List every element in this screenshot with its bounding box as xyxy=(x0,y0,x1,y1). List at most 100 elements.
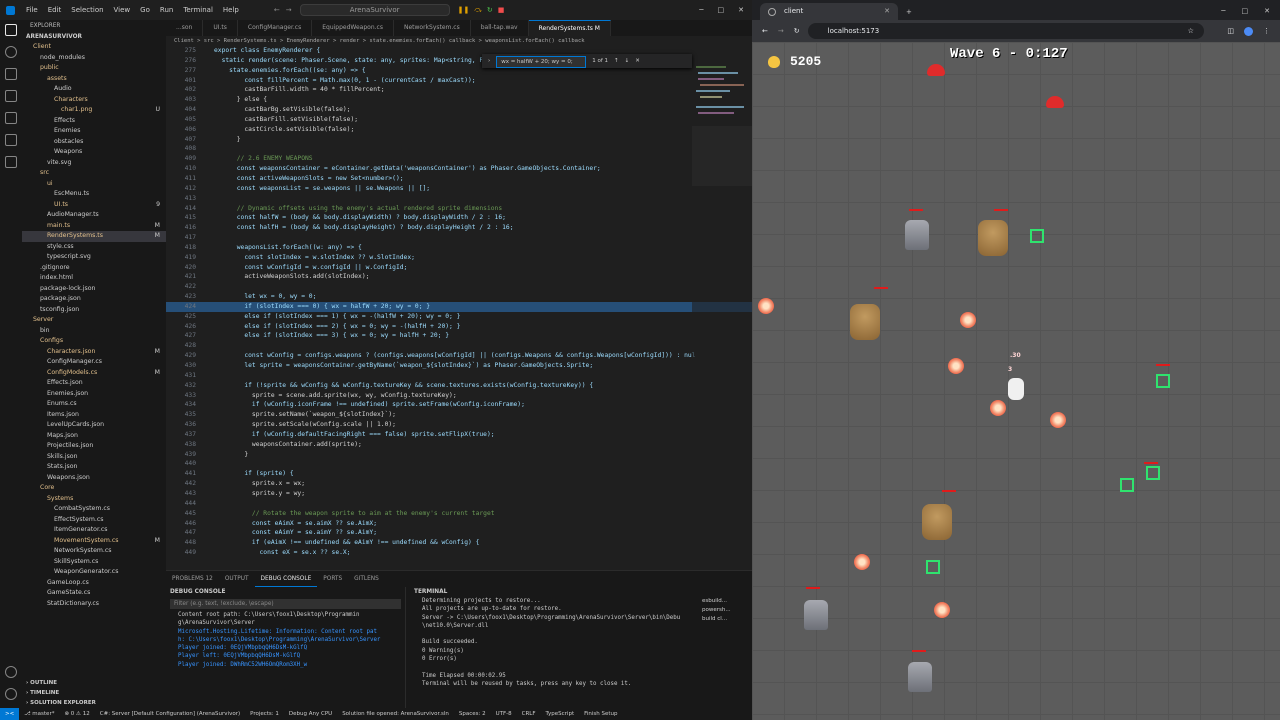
file-tree-item[interactable]: ui xyxy=(22,179,166,190)
file-tree-item[interactable]: Effects xyxy=(22,116,166,127)
file-tree-item[interactable]: package.json xyxy=(22,294,166,305)
reload-icon[interactable]: ↻ xyxy=(794,27,800,35)
panel-tab[interactable]: PROBLEMS 12 xyxy=(166,571,219,587)
testing-icon[interactable] xyxy=(5,156,17,168)
editor-tab[interactable]: NetworkSystem.cs xyxy=(394,20,471,36)
menu-item-file[interactable]: File xyxy=(21,6,43,14)
status-item[interactable]: CRLF xyxy=(517,708,541,720)
file-tree-item[interactable]: assets xyxy=(22,74,166,85)
file-tree-item[interactable]: AudioManager.ts xyxy=(22,210,166,221)
run-debug-icon[interactable] xyxy=(5,90,17,102)
file-tree-item[interactable]: UI.ts 9 xyxy=(22,200,166,211)
account-icon[interactable] xyxy=(5,666,17,678)
editor-tab[interactable]: RenderSystems.ts M xyxy=(528,20,611,36)
file-tree-item[interactable]: node_modules xyxy=(22,53,166,64)
file-tree-item[interactable]: ConfigManager.cs xyxy=(22,357,166,368)
file-tree-item[interactable]: RenderSystems.ts M xyxy=(22,231,166,242)
search-icon[interactable] xyxy=(5,46,17,58)
file-tree-item[interactable]: obstacles xyxy=(22,137,166,148)
file-tree-item[interactable]: CombatSystem.cs xyxy=(22,504,166,515)
step-over-icon[interactable]: ⤼ xyxy=(474,6,481,15)
status-item[interactable]: Spaces: 2 xyxy=(454,708,491,720)
terminal[interactable]: TERMINAL Determining projects to restore… xyxy=(410,587,752,709)
pause-icon[interactable]: ❚❚ xyxy=(458,6,470,15)
file-tree-item[interactable]: GameState.cs xyxy=(22,588,166,599)
file-tree-item[interactable]: Server xyxy=(22,315,166,326)
maximize-icon[interactable]: □ xyxy=(718,6,725,14)
editor-tab[interactable]: UI.ts xyxy=(203,20,238,36)
status-item[interactable]: Finish Setup xyxy=(579,708,622,720)
restart-icon[interactable]: ↻ xyxy=(487,6,493,15)
terminal-session-item[interactable]: esbuild... xyxy=(702,597,750,606)
minimap[interactable] xyxy=(692,46,752,570)
file-tree-item[interactable]: .gitignore xyxy=(22,263,166,274)
file-tree-item[interactable]: typescript.svg xyxy=(22,252,166,263)
profile-avatar[interactable] xyxy=(1244,26,1253,36)
explorer-footer-section[interactable]: › TIMELINE xyxy=(22,688,166,698)
editor-tab[interactable]: EquippedWeapon.cs xyxy=(312,20,394,36)
debug-filter-input[interactable]: Filter (e.g. text, !exclude, \escape) xyxy=(170,599,401,609)
gear-icon[interactable] xyxy=(5,688,17,700)
terminal-session-item[interactable]: powersh... xyxy=(702,606,750,615)
previous-match-icon[interactable]: ↑ xyxy=(614,54,619,68)
minimize-icon[interactable]: ─ xyxy=(699,6,703,14)
bookmark-star-icon[interactable]: ☆ xyxy=(1188,27,1194,35)
new-tab-icon[interactable]: + xyxy=(906,8,912,16)
workspace-root[interactable]: ARENASURVIVOR xyxy=(22,32,166,42)
menu-item-help[interactable]: Help xyxy=(218,6,244,14)
file-tree-item[interactable]: Effects.json xyxy=(22,378,166,389)
extensions-icon[interactable] xyxy=(5,112,17,124)
file-tree-item[interactable]: Weapons.json xyxy=(22,473,166,484)
file-tree-item[interactable]: LevelUpCards.json xyxy=(22,420,166,431)
file-tree-item[interactable]: Client xyxy=(22,42,166,53)
explorer-footer-section[interactable]: › SOLUTION EXPLORER xyxy=(22,698,166,708)
status-item[interactable]: UTF-8 xyxy=(491,708,517,720)
address-bar[interactable]: localhost:5173 xyxy=(807,23,1204,39)
file-tree-item[interactable]: bin xyxy=(22,326,166,337)
file-tree-item[interactable]: Items.json xyxy=(22,410,166,421)
menu-item-go[interactable]: Go xyxy=(135,6,155,14)
forward-arrow-icon[interactable]: → xyxy=(286,6,292,14)
chevron-right-icon[interactable]: › xyxy=(488,54,490,68)
back-arrow-icon[interactable]: ← xyxy=(274,6,280,14)
panel-tab[interactable]: DEBUG CONSOLE xyxy=(254,571,318,587)
file-tree-item[interactable]: MovementSystem.cs M xyxy=(22,536,166,547)
file-tree-item[interactable]: Enemies xyxy=(22,126,166,137)
file-tree-item[interactable]: Enums.cs xyxy=(22,399,166,410)
browser-tab[interactable]: client ✕ xyxy=(760,3,898,20)
menu-item-selection[interactable]: Selection xyxy=(66,6,108,14)
editor-tab[interactable]: ball-tap.wav xyxy=(471,20,529,36)
menu-item-terminal[interactable]: Terminal xyxy=(178,6,218,14)
remote-indicator[interactable]: >< xyxy=(0,708,20,720)
close-icon[interactable]: ✕ xyxy=(738,6,744,14)
breadcrumb[interactable]: Client > src > RenderSystems.ts > EnemyR… xyxy=(166,36,752,46)
editor-tab[interactable]: ConfigManager.cs xyxy=(238,20,313,36)
code-view[interactable]: 275 export class EnemyRenderer {276 stati… xyxy=(166,46,752,570)
file-tree-item[interactable]: StatDictionary.cs xyxy=(22,599,166,610)
file-tree-item[interactable]: Projectiles.json xyxy=(22,441,166,452)
menu-item-edit[interactable]: Edit xyxy=(43,6,67,14)
file-tree-item[interactable]: Configs xyxy=(22,336,166,347)
file-tree-item[interactable]: Stats.json xyxy=(22,462,166,473)
remote-explorer-icon[interactable] xyxy=(5,134,17,146)
status-item[interactable]: Debug Any CPU xyxy=(284,708,337,720)
file-tree-item[interactable]: public xyxy=(22,63,166,74)
file-tree-item[interactable]: EffectSystem.cs xyxy=(22,515,166,526)
status-item[interactable]: Projects: 1 xyxy=(245,708,284,720)
command-center-search[interactable]: ArenaSurvivor xyxy=(299,4,450,16)
close-icon[interactable]: ✕ xyxy=(1264,7,1270,15)
file-tree-item[interactable]: GameLoop.cs xyxy=(22,578,166,589)
file-tree-item[interactable]: index.html xyxy=(22,273,166,284)
file-tree-item[interactable]: SkillSystem.cs xyxy=(22,557,166,568)
file-tree-item[interactable]: Enemies.json xyxy=(22,389,166,400)
file-tree-item[interactable]: EscMenu.ts xyxy=(22,189,166,200)
file-tree-item[interactable]: char1.png U xyxy=(22,105,166,116)
file-tree-item[interactable]: style.css xyxy=(22,242,166,253)
file-tree-item[interactable]: ConfigModels.cs M xyxy=(22,368,166,379)
file-tree-item[interactable]: main.ts M xyxy=(22,221,166,232)
file-tree-item[interactable]: vite.svg xyxy=(22,158,166,169)
source-control-icon[interactable] xyxy=(5,68,17,80)
file-tree-item[interactable]: tsconfig.json xyxy=(22,305,166,316)
file-tree-item[interactable]: ItemGenerator.cs xyxy=(22,525,166,536)
problems-count[interactable]: ⊗ 0 ⚠ 12 xyxy=(59,708,94,720)
